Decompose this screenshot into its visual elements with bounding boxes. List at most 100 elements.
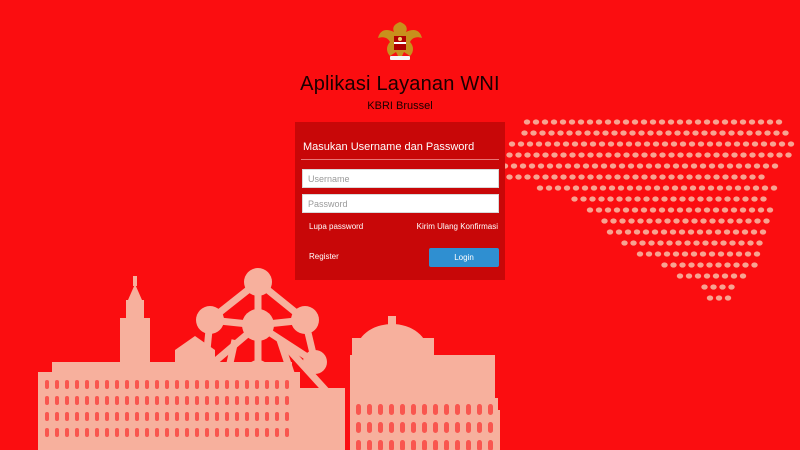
map-dot	[685, 207, 693, 213]
map-dot	[701, 284, 708, 290]
map-dot	[563, 185, 571, 191]
map-dot	[762, 163, 770, 169]
map-dot	[708, 251, 716, 257]
map-dot	[568, 119, 576, 125]
building-window	[95, 412, 99, 421]
map-dot	[739, 207, 747, 213]
building-window	[65, 428, 69, 437]
map-dot	[554, 185, 562, 191]
building-window	[135, 396, 139, 405]
map-dot	[677, 152, 684, 158]
map-dot	[688, 262, 695, 268]
building-window	[455, 422, 460, 433]
map-dot	[719, 130, 726, 136]
map-dot	[744, 163, 752, 169]
map-dot	[656, 130, 663, 136]
map-dot	[607, 196, 614, 202]
map-dot	[708, 163, 716, 169]
map-dot	[712, 273, 720, 279]
map-dot	[632, 174, 639, 180]
map-dot	[622, 207, 630, 213]
building-window	[85, 396, 89, 405]
map-dot	[677, 174, 684, 180]
building-window	[115, 396, 119, 405]
map-dot	[686, 174, 693, 180]
map-dot	[602, 130, 609, 136]
map-dot	[615, 229, 623, 235]
map-dot	[605, 174, 612, 180]
map-dot	[690, 163, 698, 169]
building-window	[422, 404, 427, 415]
map-dot	[634, 141, 642, 147]
building-window	[225, 412, 229, 421]
register-link[interactable]: Register	[309, 252, 339, 261]
building-window	[265, 428, 269, 437]
map-dot	[714, 229, 722, 235]
login-button[interactable]: Login	[429, 248, 499, 267]
map-dot	[686, 152, 693, 158]
building-window	[195, 396, 199, 405]
map-dot	[722, 152, 729, 158]
map-dot	[682, 218, 689, 224]
map-dot	[614, 152, 621, 158]
map-dot	[548, 130, 555, 136]
building-window	[145, 428, 149, 437]
map-dot	[755, 130, 762, 136]
map-dot	[759, 229, 767, 235]
map-dot	[530, 130, 537, 136]
building-window	[125, 396, 129, 405]
map-dot	[595, 119, 603, 125]
map-dot	[515, 174, 522, 180]
map-dot	[715, 262, 722, 268]
map-dot	[729, 240, 736, 246]
building-window	[165, 428, 169, 437]
map-dot	[617, 185, 625, 191]
map-dot	[676, 273, 684, 279]
forgot-password-link[interactable]: Lupa password	[309, 222, 363, 231]
building-window	[265, 396, 269, 405]
map-dot	[700, 218, 707, 224]
building-window	[135, 412, 139, 421]
map-dot	[695, 174, 702, 180]
map-dot	[658, 207, 666, 213]
map-dot	[675, 240, 682, 246]
map-dot	[631, 119, 639, 125]
building-window	[245, 428, 249, 437]
building-window	[356, 422, 361, 433]
map-dot	[591, 163, 599, 169]
password-input[interactable]	[302, 194, 499, 213]
map-dot	[571, 196, 578, 202]
map-dot	[641, 174, 648, 180]
map-dot	[610, 218, 617, 224]
map-dot	[785, 152, 792, 158]
building-window	[155, 412, 159, 421]
building-window	[455, 404, 460, 415]
building-window	[185, 428, 189, 437]
building-window	[215, 412, 219, 421]
map-dot	[636, 251, 644, 257]
map-dot	[694, 207, 702, 213]
map-dot	[763, 218, 770, 224]
map-dot	[706, 141, 714, 147]
map-dot	[749, 174, 756, 180]
username-input[interactable]	[302, 169, 499, 188]
map-dot	[767, 152, 774, 158]
building-window	[477, 422, 482, 433]
map-dot	[643, 141, 651, 147]
map-dot	[701, 130, 708, 136]
map-dot	[770, 185, 778, 191]
map-dot	[734, 185, 742, 191]
map-dot	[564, 163, 572, 169]
map-dot	[735, 251, 743, 257]
building-window	[400, 404, 405, 415]
resend-confirmation-link[interactable]: Kirim Ulang Konfirmasi	[417, 222, 498, 231]
building-window	[275, 428, 279, 437]
map-dot	[679, 141, 687, 147]
building-window	[155, 380, 159, 389]
map-dot	[732, 229, 740, 235]
map-dot	[580, 196, 587, 202]
map-dot	[742, 141, 750, 147]
building-window	[433, 422, 438, 433]
map-dot	[782, 130, 789, 136]
map-dot	[733, 141, 741, 147]
